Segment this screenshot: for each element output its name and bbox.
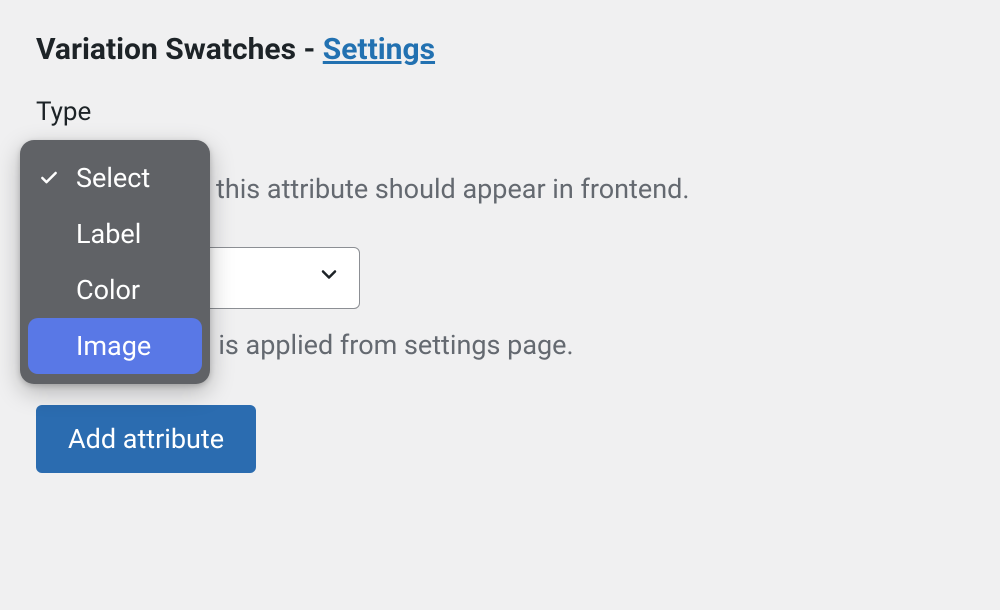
add-attribute-button[interactable]: Add attribute (36, 405, 256, 473)
dropdown-option-color[interactable]: Color (20, 262, 210, 318)
dropdown-option-label: Label (76, 218, 141, 250)
dropdown-option-label-opt[interactable]: Label (20, 206, 210, 262)
dropdown-option-label: Color (76, 274, 140, 306)
page-heading: Variation Swatches - Settings (36, 32, 964, 67)
checkmark-icon (34, 168, 64, 188)
dropdown-option-image[interactable]: Image (28, 318, 202, 374)
dropdown-option-select[interactable]: Select (20, 150, 210, 206)
heading-prefix: Variation Swatches - (36, 32, 323, 67)
dropdown-option-label: Select (76, 162, 150, 194)
dropdown-option-label: Image (76, 330, 151, 362)
chevron-down-icon (317, 262, 341, 293)
type-label: Type (36, 97, 964, 127)
settings-link[interactable]: Settings (323, 32, 435, 67)
type-description: this attribute should appear in frontend… (216, 171, 964, 209)
type-dropdown: Select Label Color Image (20, 140, 210, 384)
